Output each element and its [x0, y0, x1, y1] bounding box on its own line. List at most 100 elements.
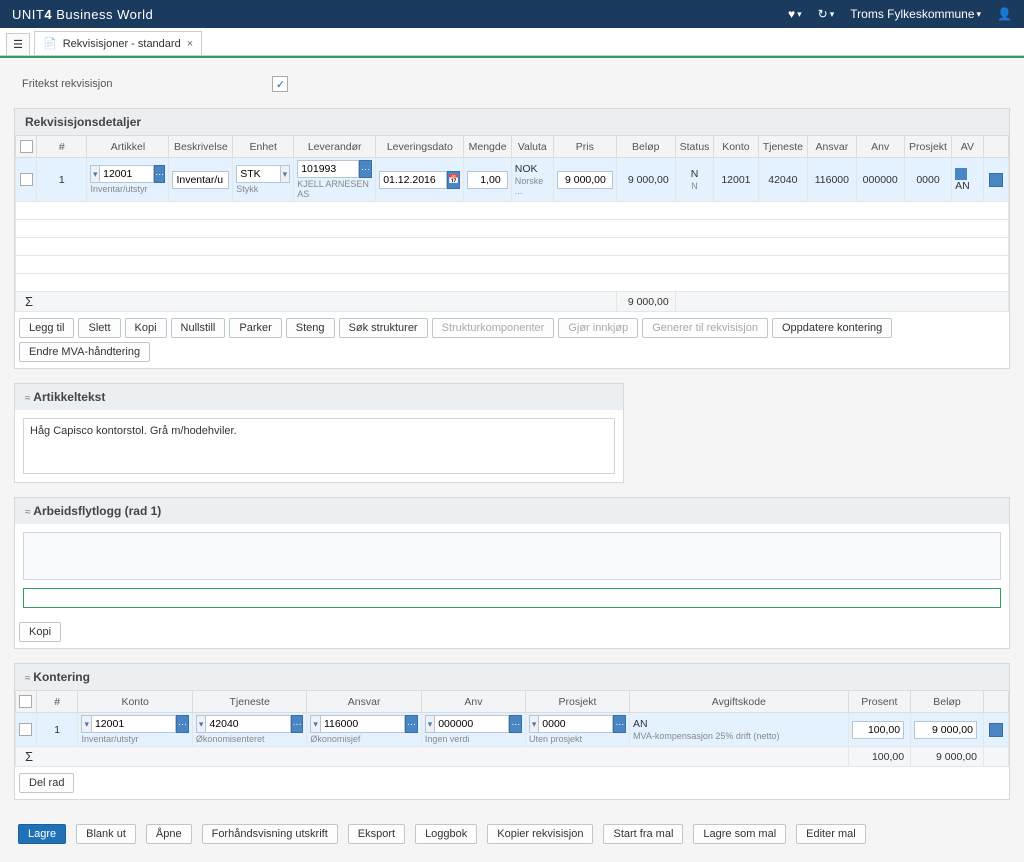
- beskrivelse-input[interactable]: [172, 171, 229, 189]
- kcol-prosjekt[interactable]: Prosjekt: [525, 691, 629, 713]
- anv-dropdown[interactable]: ▾: [425, 715, 434, 733]
- blank-ut-button[interactable]: Blank ut: [76, 824, 136, 844]
- tjeneste-dropdown[interactable]: ▾: [196, 715, 206, 733]
- forhandsvisning-button[interactable]: Forhåndsvisning utskrift: [202, 824, 338, 844]
- artikkel-input[interactable]: [99, 165, 154, 183]
- favorites-icon[interactable]: ♥: [788, 7, 802, 21]
- leverandor-lookup-icon[interactable]: ⋯: [359, 160, 372, 178]
- kontering-row[interactable]: 1 ▾⋯ Inventar/utstyr ▾⋯ Økonomisenteret …: [16, 713, 1009, 747]
- generer-til-rekvisisjon-button[interactable]: Generer til rekvisisjon: [642, 318, 768, 338]
- enhet-input[interactable]: [236, 165, 280, 183]
- konto-lookup-icon[interactable]: ⋯: [176, 715, 189, 733]
- konto-dropdown[interactable]: ▾: [81, 715, 91, 733]
- col-ansvar[interactable]: Ansvar: [808, 136, 856, 158]
- kopier-rekvisisjon-button[interactable]: Kopier rekvisisjon: [487, 824, 593, 844]
- tjeneste-input[interactable]: [205, 715, 290, 733]
- legg-til-button[interactable]: Legg til: [19, 318, 74, 338]
- col-leveringsdato[interactable]: Leveringsdato: [376, 136, 464, 158]
- table-row[interactable]: 1 ▾ ⋯ Inventar/utstyr ▾: [16, 158, 1009, 202]
- ansvar-dropdown[interactable]: ▾: [310, 715, 320, 733]
- select-all-checkbox[interactable]: [20, 140, 33, 153]
- row-checkbox[interactable]: [20, 173, 33, 186]
- nullstill-button[interactable]: Nullstill: [171, 318, 226, 338]
- col-av[interactable]: AV: [952, 136, 984, 158]
- kontering-select-all[interactable]: [19, 695, 32, 708]
- prosjekt-input[interactable]: [538, 715, 613, 733]
- kontering-title[interactable]: Kontering: [15, 664, 1009, 690]
- col-anv[interactable]: Anv: [856, 136, 904, 158]
- eksport-button[interactable]: Eksport: [348, 824, 405, 844]
- prosent-input[interactable]: [852, 721, 904, 739]
- col-beskrivelse[interactable]: Beskrivelse: [169, 136, 233, 158]
- col-belop[interactable]: Beløp: [616, 136, 675, 158]
- steng-button[interactable]: Steng: [286, 318, 335, 338]
- loggbok-button[interactable]: Loggbok: [415, 824, 477, 844]
- prosjekt-lookup-icon[interactable]: ⋯: [613, 715, 626, 733]
- sok-strukturer-button[interactable]: Søk strukturer: [339, 318, 428, 338]
- leverandor-input[interactable]: [297, 160, 359, 178]
- lagre-button[interactable]: Lagre: [18, 824, 66, 844]
- artikkel-dropdown[interactable]: ▾: [90, 165, 99, 183]
- workflow-input[interactable]: [23, 588, 1001, 608]
- kcol-num[interactable]: #: [36, 691, 78, 713]
- col-pris[interactable]: Pris: [553, 136, 616, 158]
- kcol-avgiftskode[interactable]: Avgiftskode: [630, 691, 849, 713]
- krow-image-icon[interactable]: [989, 723, 1003, 737]
- col-num[interactable]: #: [37, 136, 87, 158]
- anv-input[interactable]: [434, 715, 509, 733]
- kcol-tjeneste[interactable]: Tjeneste: [192, 691, 306, 713]
- endre-mva-button[interactable]: Endre MVA-håndtering: [19, 342, 150, 362]
- col-leverandor[interactable]: Leverandør: [294, 136, 376, 158]
- parker-button[interactable]: Parker: [229, 318, 281, 338]
- oppdatere-kontering-button[interactable]: Oppdatere kontering: [772, 318, 892, 338]
- row-image-icon[interactable]: [989, 173, 1003, 187]
- menu-icon[interactable]: ☰: [6, 33, 30, 55]
- slett-button[interactable]: Slett: [78, 318, 120, 338]
- anv-lookup-icon[interactable]: ⋯: [509, 715, 522, 733]
- user-icon[interactable]: 👤: [997, 7, 1012, 21]
- kcol-belop[interactable]: Beløp: [911, 691, 984, 713]
- krow-checkbox[interactable]: [19, 723, 32, 736]
- artikkeltekst-textarea[interactable]: Håg Capisco kontorstol. Grå m/hodehviler…: [23, 418, 615, 474]
- ansvar-input[interactable]: [320, 715, 405, 733]
- tjeneste-lookup-icon[interactable]: ⋯: [291, 715, 304, 733]
- col-artikkel[interactable]: Artikkel: [87, 136, 169, 158]
- lagre-som-mal-button[interactable]: Lagre som mal: [693, 824, 786, 844]
- workflow-title[interactable]: Arbeidsflytlogg (rad 1): [15, 498, 1009, 524]
- mengde-input[interactable]: [467, 171, 507, 189]
- pris-input[interactable]: [557, 171, 613, 189]
- org-selector[interactable]: Troms Fylkeskommune: [850, 7, 981, 21]
- kcol-prosent[interactable]: Prosent: [848, 691, 910, 713]
- col-tjeneste[interactable]: Tjeneste: [758, 136, 808, 158]
- apne-button[interactable]: Åpne: [146, 824, 192, 844]
- close-icon[interactable]: ×: [187, 38, 193, 50]
- artikkel-lookup-icon[interactable]: ⋯: [154, 165, 166, 183]
- col-enhet[interactable]: Enhet: [233, 136, 294, 158]
- gjor-innkjop-button[interactable]: Gjør innkjøp: [558, 318, 638, 338]
- leveringsdato-input[interactable]: [379, 171, 447, 189]
- freetext-checkbox[interactable]: ✓: [272, 76, 288, 92]
- strukturkomponenter-button[interactable]: Strukturkomponenter: [432, 318, 555, 338]
- col-mengde[interactable]: Mengde: [464, 136, 511, 158]
- col-prosjekt[interactable]: Prosjekt: [904, 136, 951, 158]
- prosjekt-dropdown[interactable]: ▾: [529, 715, 538, 733]
- history-icon[interactable]: ↻: [818, 7, 835, 21]
- kcol-anv[interactable]: Anv: [421, 691, 525, 713]
- del-rad-button[interactable]: Del rad: [19, 773, 74, 793]
- calendar-icon[interactable]: 📅: [447, 171, 460, 189]
- kcol-ansvar[interactable]: Ansvar: [307, 691, 421, 713]
- ansvar-lookup-icon[interactable]: ⋯: [405, 715, 418, 733]
- col-status[interactable]: Status: [675, 136, 714, 158]
- editer-mal-button[interactable]: Editer mal: [796, 824, 866, 844]
- enhet-dropdown[interactable]: ▾: [281, 165, 291, 183]
- artikkeltekst-title[interactable]: Artikkeltekst: [15, 384, 623, 410]
- workflow-kopi-button[interactable]: Kopi: [19, 622, 61, 642]
- kcol-konto[interactable]: Konto: [78, 691, 192, 713]
- tab-rekvisisjoner[interactable]: 📄 Rekvisisjoner - standard ×: [34, 31, 202, 55]
- konto-input[interactable]: [91, 715, 176, 733]
- col-valuta[interactable]: Valuta: [511, 136, 553, 158]
- kbelop-input[interactable]: [914, 721, 977, 739]
- col-konto[interactable]: Konto: [714, 136, 758, 158]
- start-fra-mal-button[interactable]: Start fra mal: [603, 824, 683, 844]
- kopi-button[interactable]: Kopi: [125, 318, 167, 338]
